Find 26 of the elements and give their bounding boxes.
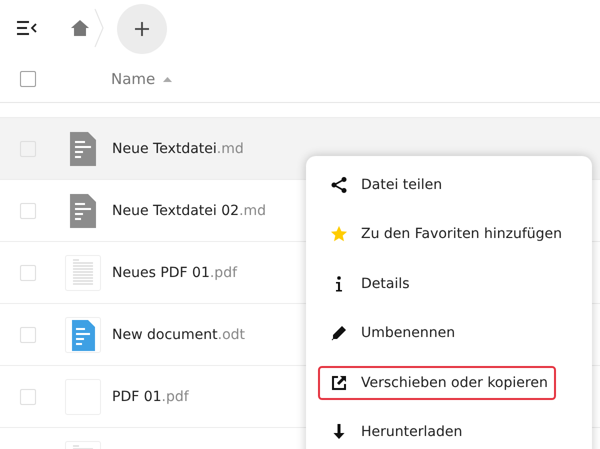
share-icon	[330, 176, 348, 194]
pdf-thumbnail-icon	[65, 254, 101, 290]
row-checkbox[interactable]	[20, 202, 36, 218]
file-name[interactable]: Neue Textdatei.md	[112, 140, 244, 156]
plus-icon	[134, 21, 150, 37]
document-icon	[65, 316, 101, 352]
file-name[interactable]: Neues PDF 01.pdf	[112, 264, 238, 280]
menu-item[interactable]: Details	[318, 266, 418, 301]
select-all-checkbox[interactable]	[20, 71, 36, 87]
row-checkbox[interactable]	[20, 264, 36, 280]
external-arrow-icon	[330, 374, 348, 392]
file-name[interactable]: Neue Textdatei 02.md	[112, 202, 266, 218]
menu-item[interactable]: Umbenennen	[318, 316, 464, 350]
file-name[interactable]: PDF 01.pdf	[112, 388, 189, 404]
row-checkbox[interactable]	[20, 326, 36, 342]
menu-item[interactable]: Verschieben oder kopieren	[318, 366, 556, 400]
row-checkbox[interactable]	[20, 388, 36, 404]
file-name[interactable]: New document.odt	[112, 326, 246, 342]
name-column-header[interactable]: Name	[111, 70, 156, 88]
pencil-icon	[330, 324, 348, 342]
sort-caret-icon[interactable]	[163, 76, 172, 82]
menu-icon[interactable]	[17, 21, 37, 35]
breadcrumb-separator-icon	[94, 8, 104, 48]
star-icon	[330, 225, 348, 244]
home-icon[interactable]	[70, 19, 90, 37]
add-button[interactable]	[117, 4, 167, 54]
